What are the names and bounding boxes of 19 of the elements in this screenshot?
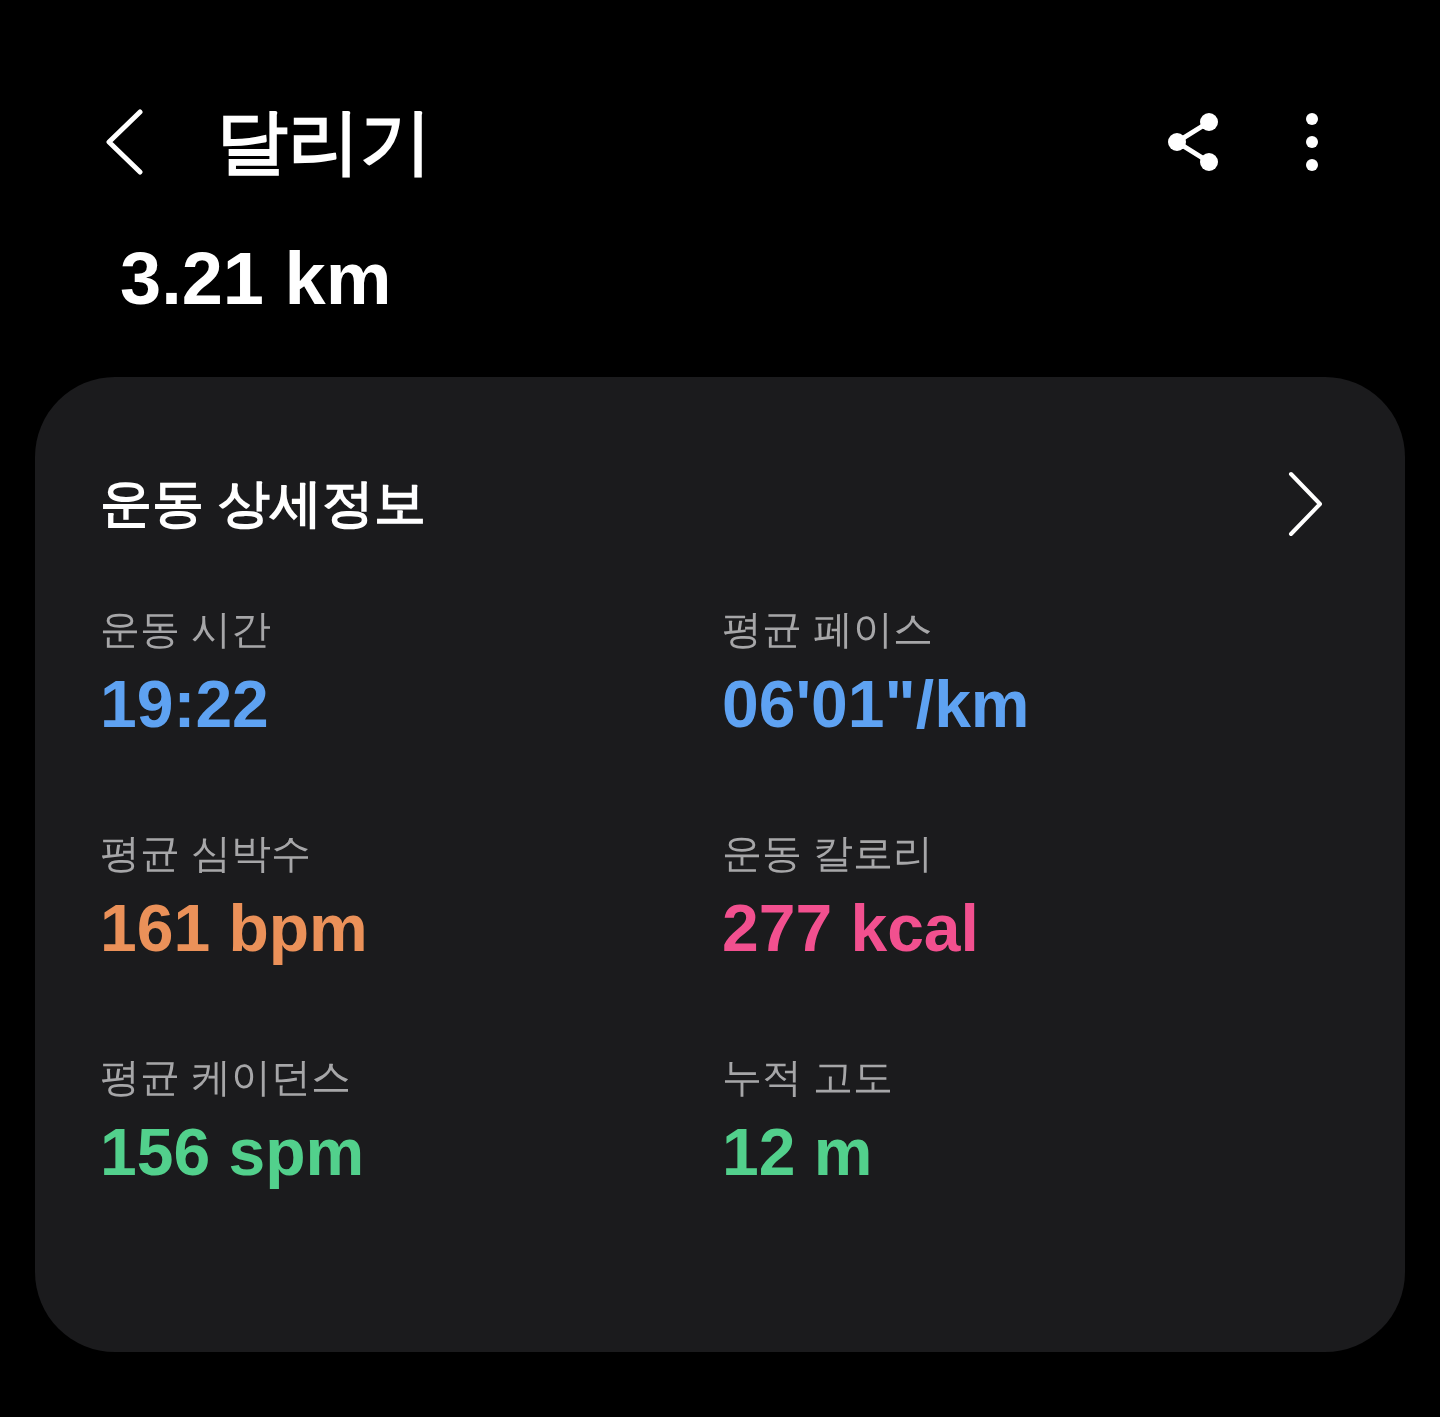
page-title: 달리기 xyxy=(216,100,432,183)
stat-value: 277 kcal xyxy=(722,890,980,967)
back-icon[interactable] xyxy=(104,109,144,175)
distance-value: 3.21 km xyxy=(119,236,393,322)
stat-value: 19:22 xyxy=(100,666,270,743)
stat-label: 운동 시간 xyxy=(100,606,273,653)
stat-label: 평균 케이던스 xyxy=(100,1054,353,1101)
stat-value: 156 spm xyxy=(100,1114,366,1191)
stat-label: 누적 고도 xyxy=(722,1054,895,1101)
stat-value: 161 bpm xyxy=(100,890,369,967)
stat-value: 12 m xyxy=(722,1114,874,1191)
chevron-right-icon[interactable] xyxy=(1287,471,1323,537)
more-options-icon[interactable] xyxy=(1305,112,1319,172)
stat-value: 06'01"/km xyxy=(722,666,1031,743)
card-title: 운동 상세정보 xyxy=(100,473,427,534)
stat-label: 평균 페이스 xyxy=(722,606,935,653)
stat-label: 운동 칼로리 xyxy=(722,830,935,877)
stat-label: 평균 심박수 xyxy=(100,830,313,877)
share-icon[interactable] xyxy=(1167,112,1221,172)
